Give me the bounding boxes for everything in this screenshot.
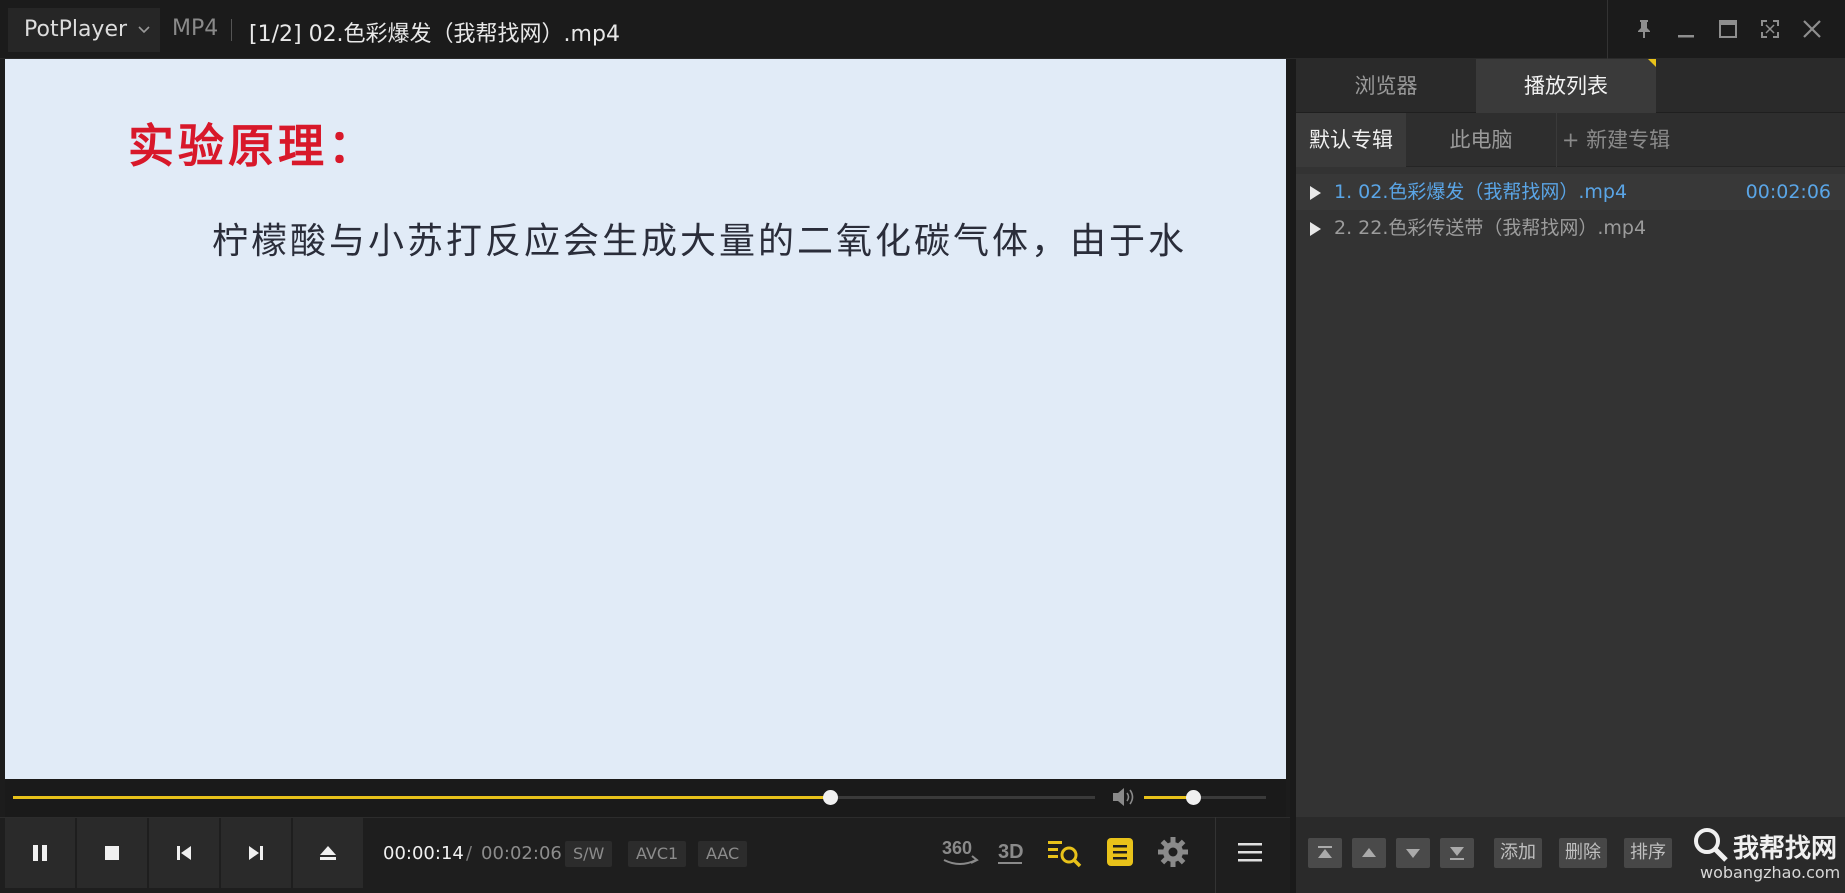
chevron-down-icon <box>138 26 150 34</box>
format-label: MP4 <box>172 16 219 41</box>
move-up-button[interactable] <box>1352 838 1386 868</box>
menu-icon[interactable] <box>1230 834 1270 870</box>
volume-handle[interactable] <box>1185 790 1201 805</box>
window-controls <box>1607 0 1845 59</box>
delete-button[interactable]: 删除 <box>1559 838 1607 868</box>
watermark-text: 我帮找网 <box>1733 834 1838 864</box>
svg-text:3D: 3D <box>998 841 1024 863</box>
move-bottom-icon <box>1450 847 1464 860</box>
album-tab-default[interactable]: 默认专辑 <box>1296 113 1406 167</box>
3d-icon[interactable]: 3D <box>992 834 1032 870</box>
title-separator <box>231 19 232 41</box>
play-indicator-icon <box>1310 222 1321 236</box>
eject-icon <box>320 846 336 860</box>
album-tab-this-pc[interactable]: 此电脑 <box>1406 113 1557 167</box>
playlist-item[interactable]: 2. 22.色彩传送带（我帮找网）.mp4 <box>1296 210 1845 246</box>
eject-button[interactable] <box>293 818 363 888</box>
minimize-icon[interactable] <box>1674 17 1698 41</box>
fullscreen-icon[interactable] <box>1758 17 1782 41</box>
move-down-icon <box>1406 849 1420 858</box>
decoder-tag[interactable]: S/W <box>565 841 613 867</box>
audio-codec-tag[interactable]: AAC <box>698 841 748 867</box>
tab-corner-marker <box>1648 59 1656 67</box>
vr360-icon[interactable]: 360 <box>940 834 980 870</box>
watermark-url: wobangzhao.com <box>1700 863 1841 882</box>
svg-text:360: 360 <box>942 838 972 858</box>
video-body-text: 柠檬酸与小苏打反应会生成大量的二氧化碳气体，由于水 <box>212 221 1188 262</box>
magnifier-icon <box>1694 828 1728 862</box>
previous-icon <box>177 846 191 860</box>
video-heading-text: 实验原理： <box>128 119 378 173</box>
playlist-item-name: 1. 02.色彩爆发（我帮找网）.mp4 <box>1334 181 1628 203</box>
pause-icon <box>33 845 47 861</box>
stop-button[interactable] <box>77 818 147 888</box>
playlist-item-duration: 00:02:06 <box>1745 181 1831 203</box>
move-top-button[interactable] <box>1308 838 1342 868</box>
new-album-button[interactable]: + 新建专辑 <box>1556 113 1676 167</box>
previous-button[interactable] <box>149 818 219 888</box>
move-top-icon <box>1318 846 1332 858</box>
seek-handle[interactable] <box>822 790 838 805</box>
tab-browser[interactable]: 浏览器 <box>1296 59 1476 113</box>
stop-icon <box>105 846 119 860</box>
app-name: PotPlayer <box>24 17 128 42</box>
control-divider <box>1215 817 1216 893</box>
pause-button[interactable] <box>5 818 75 888</box>
time-separator: / <box>466 843 473 864</box>
sort-button[interactable]: 排序 <box>1624 838 1672 868</box>
play-indicator-icon <box>1310 186 1321 200</box>
volume-icon[interactable] <box>1110 786 1136 808</box>
tab-playlist[interactable]: 播放列表 <box>1476 59 1656 113</box>
move-down-button[interactable] <box>1396 838 1430 868</box>
pin-icon[interactable] <box>1632 17 1656 41</box>
maximize-icon[interactable] <box>1716 17 1740 41</box>
next-button[interactable] <box>221 818 291 888</box>
subtitle-icon[interactable] <box>1100 834 1140 870</box>
total-time: 00:02:06 <box>481 843 562 864</box>
playlist-item[interactable]: 1. 02.色彩爆发（我帮找网）.mp4 00:02:06 <box>1296 174 1845 210</box>
seek-progress <box>13 796 830 799</box>
playlist-item-name: 2. 22.色彩传送带（我帮找网）.mp4 <box>1334 217 1647 239</box>
next-icon <box>249 846 263 860</box>
window-title: [1/2] 02.色彩爆发（我帮找网）.mp4 <box>249 22 620 47</box>
current-time: 00:00:14 <box>383 843 464 864</box>
video-codec-tag[interactable]: AVC1 <box>628 841 687 867</box>
close-icon[interactable] <box>1800 17 1824 41</box>
settings-icon[interactable] <box>1153 834 1193 870</box>
playlist-search-icon[interactable] <box>1045 834 1085 870</box>
add-button[interactable]: 添加 <box>1494 838 1542 868</box>
app-menu-button[interactable]: PotPlayer <box>8 8 160 52</box>
move-bottom-button[interactable] <box>1440 838 1474 868</box>
move-up-icon <box>1362 848 1376 857</box>
